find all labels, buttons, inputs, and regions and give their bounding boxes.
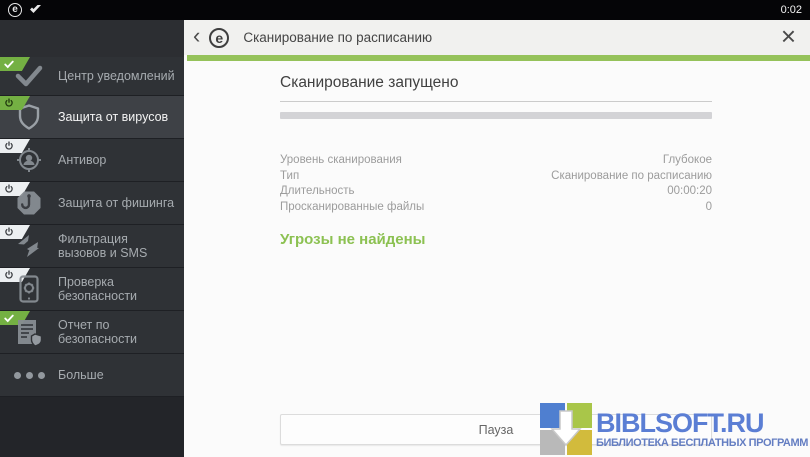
scan-status-title: Сканирование запущено <box>280 74 459 91</box>
detail-label: Тип <box>280 169 300 182</box>
app-window: e 0:02 ‹ e Сканирование по расписанию × … <box>0 0 810 457</box>
detail-label: Уровень сканирования <box>280 154 402 166</box>
sidebar-item-call-sms-filter[interactable]: Фильтрация вызовов и SMS <box>0 224 184 267</box>
sidebar-footer <box>0 396 184 456</box>
sidebar-spacer <box>0 20 184 57</box>
sidebar-item-label: Проверка безопасности <box>58 275 138 303</box>
sidebar-item-security-report[interactable]: Отчет по безопасности <box>0 310 184 353</box>
accent-divider <box>187 55 810 61</box>
back-icon[interactable]: ‹ <box>190 24 203 47</box>
detail-row-duration: Длительность 00:00:20 <box>280 184 712 200</box>
detail-row-scan-level: Уровень сканирования Глубокое <box>280 153 712 169</box>
sidebar-item-label: Защита от вирусов <box>58 110 169 124</box>
sidebar-item-security-audit[interactable]: Проверка безопасности <box>0 267 184 310</box>
sidebar-item-label: Защита от фишинга <box>58 196 175 210</box>
sidebar-item-antiphishing[interactable]: Защита от фишинга <box>0 181 184 224</box>
three-dots-icon <box>0 371 58 379</box>
detail-row-scanned-files: Просканированные файлы 0 <box>280 200 712 216</box>
sidebar-item-label: Центр уведомлений <box>58 69 175 83</box>
close-icon[interactable]: × <box>781 23 796 49</box>
detail-value: 00:00:20 <box>667 185 712 197</box>
sidebar-item-label: Больше <box>58 368 104 382</box>
watermark-title: BIBLSOFT.RU <box>596 407 764 438</box>
title-divider <box>280 101 712 102</box>
check-flag-notification-icon <box>29 4 42 16</box>
watermark-subtitle: БИБЛИОТЕКА БЕСПЛАТНЫХ ПРОГРАММ <box>596 436 808 449</box>
scan-details: Уровень сканирования Глубокое Тип Сканир… <box>280 153 712 215</box>
page-title: Сканирование по расписанию <box>243 30 433 45</box>
biblsoft-logo-icon <box>540 403 593 455</box>
android-status-bar: e 0:02 <box>0 0 810 20</box>
clock-text: 0:02 <box>780 4 802 16</box>
detail-value: Глубокое <box>662 154 712 166</box>
sidebar-item-antitheft[interactable]: Антивор <box>0 138 184 181</box>
detail-row-scan-type: Тип Сканирование по расписанию <box>280 169 712 185</box>
sidebar-item-notification-center[interactable]: Центр уведомлений <box>0 57 184 95</box>
no-threats-message: Угрозы не найдены <box>280 231 426 248</box>
main-content: Сканирование запущено Уровень сканирован… <box>184 61 810 457</box>
eset-notification-icon: e <box>8 3 22 17</box>
detail-label: Длительность <box>280 185 355 197</box>
sidebar-item-label: Антивор <box>58 153 107 167</box>
detail-value: Сканирование по расписанию <box>551 169 712 182</box>
sidebar-item-antivirus[interactable]: Защита от вирусов <box>0 95 184 138</box>
detail-label: Просканированные файлы <box>280 200 425 213</box>
sidebar-item-label: Отчет по безопасности <box>58 318 138 346</box>
eset-logo-icon: e <box>209 27 230 48</box>
biblsoft-watermark: BIBLSOFT.RU БИБЛИОТЕКА БЕСПЛАТНЫХ ПРОГРА… <box>540 403 808 455</box>
scan-progress-bar <box>280 112 712 119</box>
sidebar-item-label: Фильтрация вызовов и SMS <box>58 232 148 260</box>
sidebar-item-more[interactable]: Больше <box>0 353 184 396</box>
screen-header: ‹ e Сканирование по расписанию × <box>184 20 810 55</box>
detail-value: 0 <box>705 200 712 213</box>
sidebar: Центр уведомлений Защита от вирусов Анти… <box>0 20 184 457</box>
